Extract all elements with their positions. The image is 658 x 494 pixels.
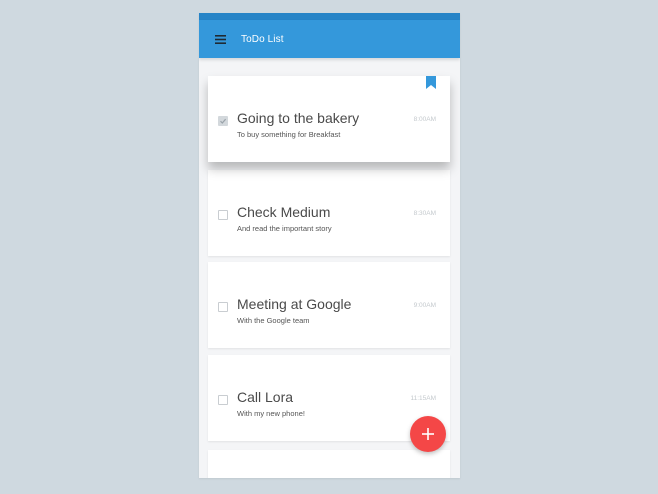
task-description: With the Google team	[237, 316, 310, 325]
task-description: To buy something for Breakfast	[237, 130, 341, 139]
app-title: ToDo List	[241, 33, 284, 45]
task-time: 8:00AM	[413, 116, 436, 123]
add-task-button[interactable]	[410, 416, 446, 452]
task-description: With my new phone!	[237, 409, 305, 418]
task-time: 8:30AM	[413, 210, 436, 217]
task-card-partial[interactable]	[208, 450, 450, 478]
hamburger-menu-icon[interactable]	[215, 34, 231, 44]
task-list: Going to the bakery To buy something for…	[199, 58, 460, 478]
task-title: Meeting at Google	[237, 296, 352, 312]
task-title: Check Medium	[237, 204, 331, 220]
task-card[interactable]: Going to the bakery To buy something for…	[208, 76, 450, 162]
plus-icon	[422, 428, 434, 440]
bookmark-icon[interactable]	[426, 76, 436, 94]
task-title: Going to the bakery	[237, 110, 360, 126]
status-bar	[199, 13, 460, 20]
phone-screen: ToDo List Going to the bakery To buy som…	[199, 13, 460, 478]
task-checkbox[interactable]	[218, 302, 228, 312]
task-time: 11:15AM	[410, 395, 436, 402]
task-time: 9:00AM	[413, 302, 436, 309]
task-checkbox[interactable]	[218, 395, 228, 405]
task-description: And read the important story	[237, 224, 332, 233]
task-checkbox[interactable]	[218, 210, 228, 220]
task-card[interactable]: Meeting at Google With the Google team 9…	[208, 262, 450, 348]
task-title: Call Lora	[237, 389, 294, 405]
task-card[interactable]: Check Medium And read the important stor…	[208, 170, 450, 256]
app-bar: ToDo List	[199, 20, 460, 58]
task-checkbox[interactable]	[218, 116, 228, 126]
